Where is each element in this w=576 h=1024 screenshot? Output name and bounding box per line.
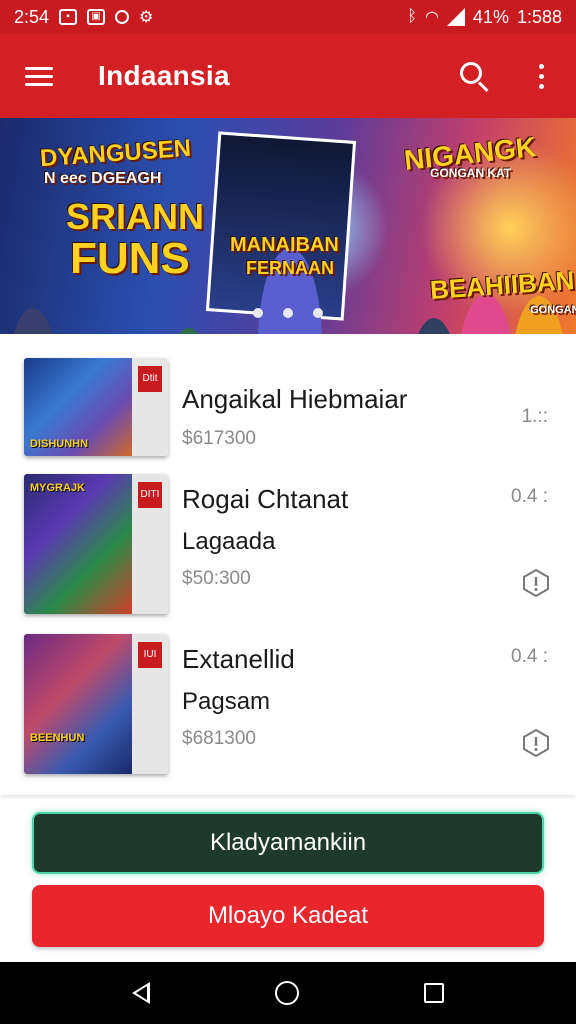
message-icon: ▪ bbox=[59, 9, 78, 25]
wifi-icon: ◠ bbox=[424, 9, 439, 26]
app-bar: Indaansia bbox=[0, 34, 576, 118]
hamburger-menu-icon[interactable] bbox=[0, 34, 78, 118]
thumbnail-caption: DISHUNHN bbox=[30, 438, 89, 450]
promo-banner-carousel[interactable]: DYANGUSEN N eec DGEAGH SRIANN FUNS MANAI… bbox=[0, 118, 576, 334]
more-vert-icon[interactable] bbox=[506, 34, 576, 118]
game-thumbnail[interactable]: DITI MYGRAJK bbox=[24, 474, 168, 614]
banner-character bbox=[410, 318, 458, 334]
item-price: $617300 bbox=[182, 428, 256, 449]
list-item[interactable]: DITI MYGRAJK Rogai Chtanat Lagaada $50:3… bbox=[0, 474, 576, 616]
battery-level: 41% bbox=[472, 6, 509, 27]
carousel-dot[interactable] bbox=[253, 308, 263, 318]
item-meta: 1.:: bbox=[521, 406, 548, 427]
banner-subheadline: N eec DGEAGH bbox=[44, 170, 162, 187]
banner-headline: DYANGUSEN bbox=[39, 134, 192, 173]
game-list: Dtit DISHUNHN Angaikal Hiebmaiar $617300… bbox=[0, 340, 576, 795]
game-thumbnail[interactable]: IUI BEENHUN bbox=[24, 634, 168, 774]
notification-icon bbox=[115, 10, 130, 24]
system-navigation-bar bbox=[0, 962, 576, 1024]
recent-apps-icon[interactable] bbox=[423, 983, 444, 1003]
carousel-dot[interactable] bbox=[313, 308, 323, 318]
signal-icon bbox=[446, 8, 465, 26]
shield-alert-icon[interactable] bbox=[521, 728, 551, 758]
thumbnail-caption: MYGRAJK bbox=[30, 482, 86, 494]
item-meta: 0.4 : bbox=[511, 486, 548, 507]
item-subtitle: Lagaada bbox=[182, 528, 276, 555]
item-title: Angaikal Hiebmaiar bbox=[182, 384, 408, 414]
home-icon[interactable] bbox=[274, 981, 299, 1005]
status-clock: 1:588 bbox=[516, 6, 562, 27]
poster-title: MANAIBAN bbox=[230, 234, 339, 256]
list-item[interactable]: IUI BEENHUN Extanellid Pagsam $681300 0.… bbox=[0, 634, 576, 776]
banner-subheadline: GONGAN KAT bbox=[430, 166, 512, 180]
back-icon[interactable] bbox=[132, 982, 151, 1004]
thumbnail-tag: IUI bbox=[138, 642, 162, 668]
item-price: $50:300 bbox=[182, 568, 251, 589]
search-icon[interactable] bbox=[446, 34, 506, 118]
banner-headline: FUNS bbox=[70, 234, 190, 283]
bluetooth-icon: ᛒ bbox=[407, 8, 417, 25]
item-meta: 0.4 : bbox=[511, 646, 548, 667]
list-item[interactable]: Dtit DISHUNHN Angaikal Hiebmaiar $617300… bbox=[0, 358, 576, 458]
carousel-dot[interactable] bbox=[283, 308, 293, 318]
danger-action-button[interactable]: Mloayo Kadeat bbox=[32, 885, 544, 947]
shield-alert-icon[interactable] bbox=[521, 568, 551, 598]
sync-icon: ⚙ bbox=[139, 9, 154, 26]
item-subtitle: Pagsam bbox=[182, 688, 271, 715]
thumbnail-tag: Dtit bbox=[138, 366, 162, 392]
status-bar: 2:54 ▪ ▣ ⚙ ᛒ ◠ 41% 1:588 bbox=[0, 0, 576, 34]
item-title: Rogai Chtanat bbox=[182, 484, 349, 514]
briefcase-icon: ▣ bbox=[87, 9, 106, 25]
banner-headline: SRIANN bbox=[66, 196, 205, 237]
item-price: $681300 bbox=[182, 728, 256, 749]
status-time: 2:54 bbox=[14, 6, 50, 27]
poster-subtitle: FERNAAN bbox=[246, 258, 334, 278]
banner-character bbox=[168, 328, 210, 334]
carousel-indicator[interactable] bbox=[0, 308, 576, 318]
app-title: Indaansia bbox=[98, 60, 230, 91]
primary-action-button[interactable]: Kladyamankiin bbox=[32, 812, 544, 874]
thumbnail-tag: DITI bbox=[138, 482, 162, 508]
game-thumbnail[interactable]: Dtit DISHUNHN bbox=[24, 358, 168, 456]
item-title: Extanellid bbox=[182, 644, 295, 674]
thumbnail-caption: BEENHUN bbox=[30, 732, 85, 744]
